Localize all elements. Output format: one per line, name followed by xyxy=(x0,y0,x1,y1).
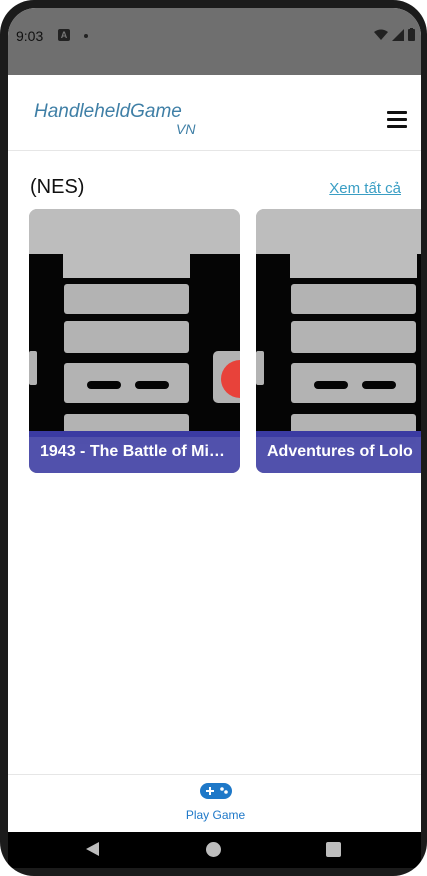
game-card[interactable]: Adventures of Lolo xyxy=(256,209,421,473)
status-time: 9:03 xyxy=(16,28,44,44)
game-card-title: 1943 - The Battle of Mid... xyxy=(29,431,240,473)
see-all-link[interactable]: Xem tất cả xyxy=(329,180,401,197)
game-carousel[interactable]: 1943 - The Battle of Mid... Adventures o… xyxy=(29,209,421,473)
signal-icon xyxy=(392,28,404,41)
logo-main-text: HandleheldGame xyxy=(34,101,182,122)
logo-sub-text: VN xyxy=(176,121,196,137)
section-title: (NES) xyxy=(30,176,85,198)
status-bar: 9:03 A xyxy=(8,8,421,75)
site-logo[interactable]: HandleheldGame VN xyxy=(34,93,214,137)
app-header: HandleheldGame VN xyxy=(8,75,421,151)
play-game-label: Play Game xyxy=(185,808,246,822)
app-screen: 9:03 A HandleheldGame VN (NES) Xem tất c… xyxy=(8,8,421,868)
bottom-nav: Play Game xyxy=(8,774,421,832)
hamburger-icon[interactable] xyxy=(387,111,407,129)
wifi-icon xyxy=(374,29,388,40)
system-nav-bar xyxy=(8,832,421,868)
notification-dot-icon xyxy=(84,34,88,38)
game-card-title: Adventures of Lolo xyxy=(256,431,421,473)
gamepad-icon xyxy=(199,783,232,799)
play-game-tab[interactable]: Play Game xyxy=(178,781,253,831)
recent-apps-icon[interactable] xyxy=(326,842,341,857)
battery-icon xyxy=(408,28,415,41)
device-frame: 9:03 A HandleheldGame VN (NES) Xem tất c… xyxy=(0,0,427,876)
back-icon[interactable] xyxy=(86,842,99,856)
status-icons xyxy=(374,28,415,41)
home-icon[interactable] xyxy=(206,842,221,857)
notification-icon: A xyxy=(58,29,70,41)
game-card[interactable]: 1943 - The Battle of Mid... xyxy=(29,209,240,473)
